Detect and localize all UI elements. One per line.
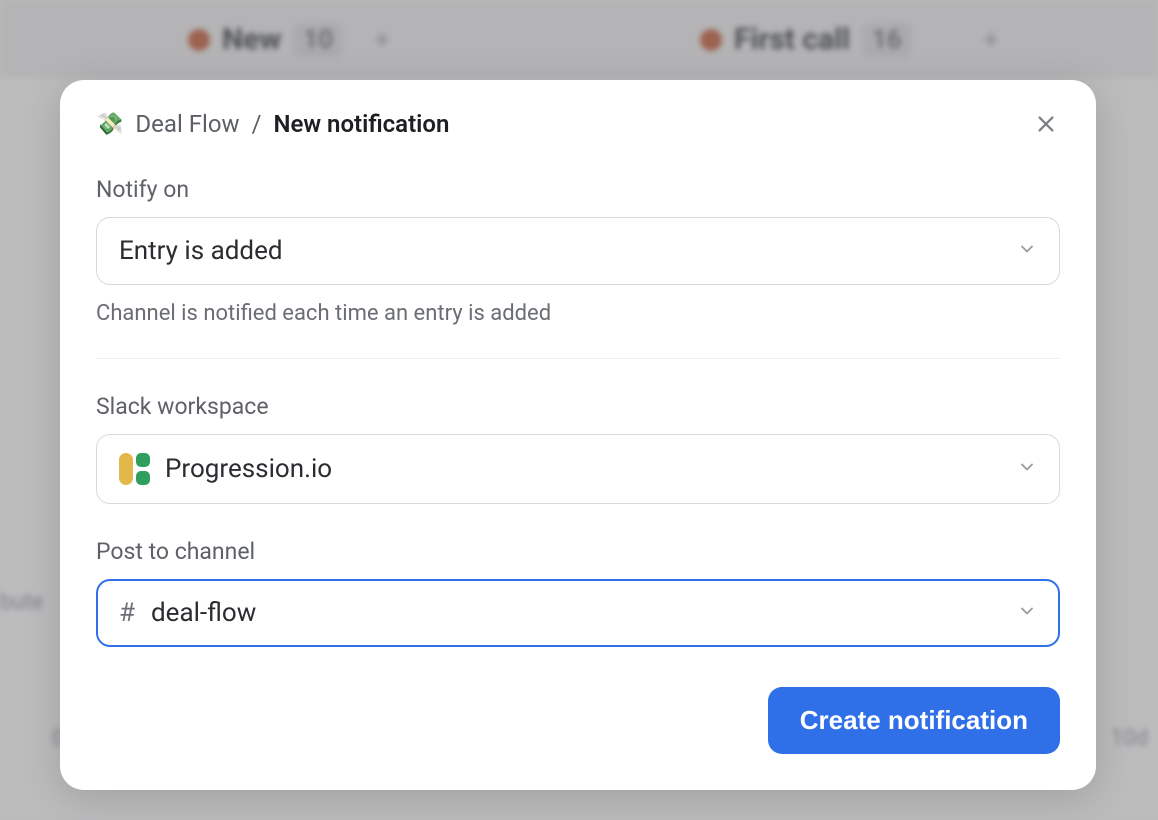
modal-actions: Create notification	[96, 687, 1060, 754]
workspace-value: Progression.io	[165, 454, 332, 484]
channel-select[interactable]: # deal-flow	[96, 579, 1060, 647]
notify-on-helper: Channel is notified each time an entry i…	[96, 301, 1060, 326]
chevron-down-icon	[1017, 454, 1037, 484]
close-button[interactable]	[1032, 110, 1060, 138]
workspace-logo-icon	[119, 453, 151, 485]
breadcrumb-current: New notification	[273, 110, 449, 138]
channel-value: deal-flow	[151, 598, 256, 628]
chevron-down-icon	[1017, 598, 1037, 628]
channel-label: Post to channel	[96, 538, 1060, 565]
money-wings-icon: 💸	[96, 112, 123, 137]
breadcrumb: 💸 Deal Flow / New notification	[96, 110, 449, 138]
chevron-down-icon	[1017, 236, 1037, 266]
workspace-label: Slack workspace	[96, 393, 1060, 420]
new-notification-modal: 💸 Deal Flow / New notification Notify on…	[60, 80, 1096, 790]
notify-on-select[interactable]: Entry is added	[96, 217, 1060, 285]
notify-on-section: Notify on Entry is added Channel is noti…	[96, 176, 1060, 326]
channel-section: Post to channel # deal-flow	[96, 538, 1060, 647]
workspace-section: Slack workspace Progression.io	[96, 393, 1060, 504]
notify-on-value: Entry is added	[119, 236, 283, 266]
section-divider	[96, 358, 1060, 359]
breadcrumb-separator: /	[252, 110, 262, 138]
hash-icon: #	[119, 598, 135, 628]
workspace-select[interactable]: Progression.io	[96, 434, 1060, 504]
breadcrumb-parent[interactable]: Deal Flow	[135, 110, 239, 138]
create-notification-button[interactable]: Create notification	[768, 687, 1060, 754]
notify-on-label: Notify on	[96, 176, 1060, 203]
close-icon	[1035, 113, 1057, 135]
